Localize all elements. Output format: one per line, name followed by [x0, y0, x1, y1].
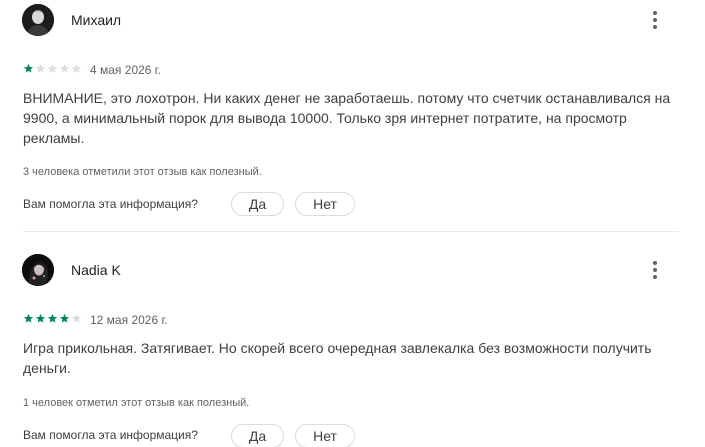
avatar-photo: [22, 4, 54, 36]
helpful-question: Вам помогла эта информация?: [23, 197, 198, 211]
star-empty-icon: [71, 63, 82, 73]
author-name: Nadia K: [71, 262, 121, 278]
star-filled-icon: [47, 313, 58, 323]
helpful-count: 3 человека отметили этот отзыв как полез…: [23, 166, 262, 178]
avatar[interactable]: [22, 254, 54, 286]
review-date: 12 мая 2026 г.: [90, 313, 168, 327]
author-name: Михаил: [71, 12, 122, 28]
review-text: Игра прикольная. Затягивает. Но скорей в…: [23, 340, 652, 376]
more-options-button[interactable]: [645, 258, 665, 282]
more-options-button[interactable]: [645, 8, 665, 32]
star-filled-icon: [35, 313, 46, 323]
review-text: ВНИМАНИЕ, это лохотрон. Ни каких денег н…: [23, 90, 671, 146]
star-empty-icon: [47, 63, 58, 73]
avatar-photo: [22, 254, 54, 286]
more-vert-icon-dot: [653, 261, 657, 265]
star-filled-icon: [23, 313, 34, 323]
rating-stars: [23, 313, 82, 325]
more-vert-icon-dot: [653, 11, 657, 15]
more-vert-icon-dot: [653, 25, 657, 29]
avatar[interactable]: [22, 4, 54, 36]
more-vert-icon-dot: [653, 275, 657, 279]
star-filled-icon: [59, 313, 70, 323]
star-empty-icon: [59, 63, 70, 73]
review-date: 4 мая 2026 г.: [90, 63, 162, 77]
no-button[interactable]: Нет: [295, 424, 355, 447]
more-vert-icon-dot: [653, 268, 657, 272]
star-filled-icon: [23, 63, 34, 73]
divider: [23, 231, 679, 232]
no-button[interactable]: Нет: [295, 192, 355, 216]
yes-button[interactable]: Да: [231, 192, 284, 216]
rating-stars: [23, 63, 82, 75]
helpful-count: 1 человек отметил этот отзыв как полезны…: [23, 397, 250, 409]
yes-button[interactable]: Да: [231, 424, 284, 447]
star-empty-icon: [71, 313, 82, 323]
star-empty-icon: [35, 63, 46, 73]
helpful-question: Вам помогла эта информация?: [23, 428, 198, 442]
more-vert-icon-dot: [653, 18, 657, 22]
